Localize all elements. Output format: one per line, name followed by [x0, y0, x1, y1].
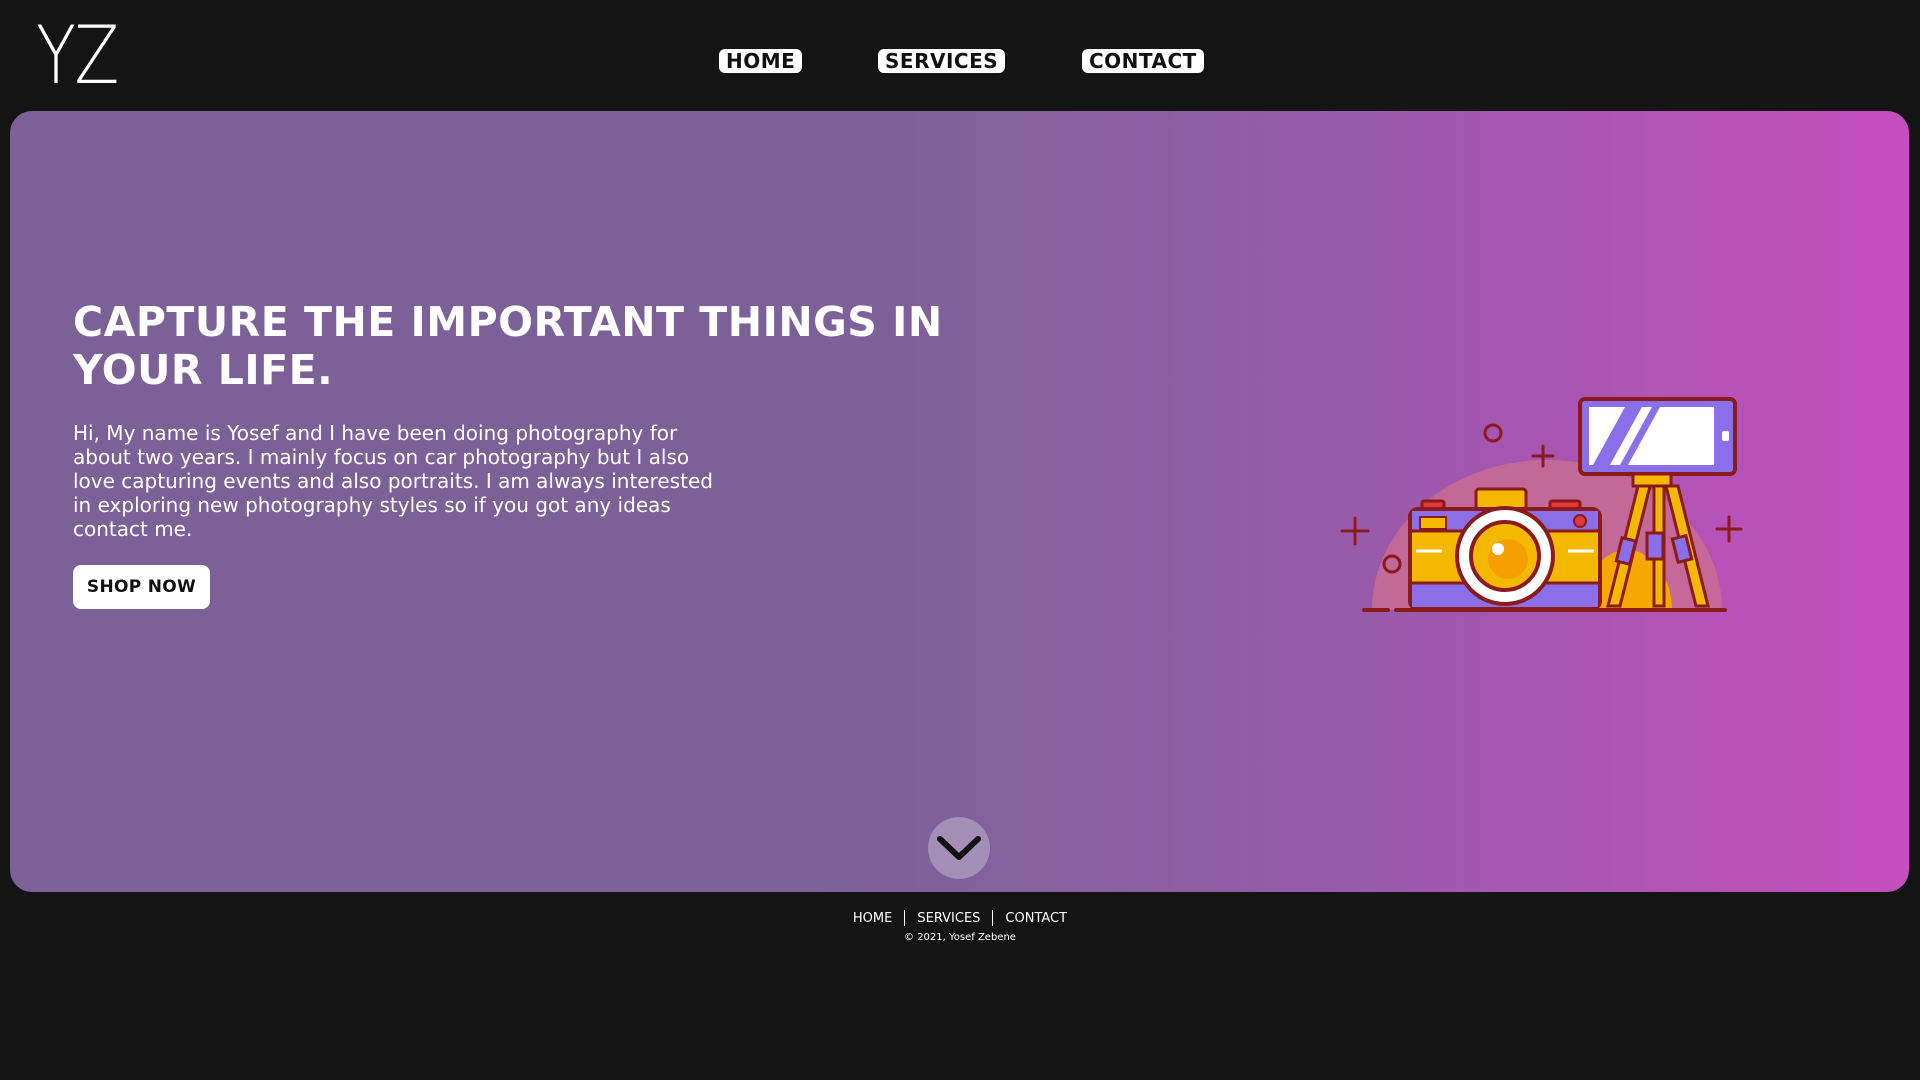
shop-now-button[interactable]: SHOP NOW — [73, 565, 210, 609]
nav-contact-link[interactable]: CONTACT — [1082, 49, 1204, 73]
page: YZ HOME SERVICES CONTACT CAPTURE THE IMP… — [0, 0, 1920, 1080]
camera-illustration-icon — [1340, 397, 1743, 612]
camera-tripod-illustration — [1320, 351, 1770, 631]
hero-section: CAPTURE THE IMPORTANT THINGS IN YOUR LIF… — [10, 111, 1909, 892]
copyright-text: © 2021, Yosef Zebene — [904, 932, 1016, 943]
footer-home-link[interactable]: HOME — [841, 911, 904, 926]
main-nav: HOME SERVICES CONTACT — [0, 49, 1920, 75]
site-footer: HOME SERVICES CONTACT © 2021, Yosef Zebe… — [0, 905, 1920, 965]
nav-services-link[interactable]: SERVICES — [878, 49, 1006, 73]
footer-services-link[interactable]: SERVICES — [905, 911, 992, 926]
footer-contact-link[interactable]: CONTACT — [993, 911, 1079, 926]
hero-title: CAPTURE THE IMPORTANT THINGS IN YOUR LIF… — [73, 298, 943, 394]
scroll-down-button[interactable] — [928, 817, 990, 879]
footer-nav: HOME SERVICES CONTACT — [0, 905, 1920, 931]
site-header: YZ HOME SERVICES CONTACT — [0, 0, 1920, 110]
nav-home-link[interactable]: HOME — [719, 49, 803, 73]
hero-description: Hi, My name is Yosef and I have been doi… — [73, 421, 713, 541]
chevron-down-icon — [937, 836, 981, 860]
